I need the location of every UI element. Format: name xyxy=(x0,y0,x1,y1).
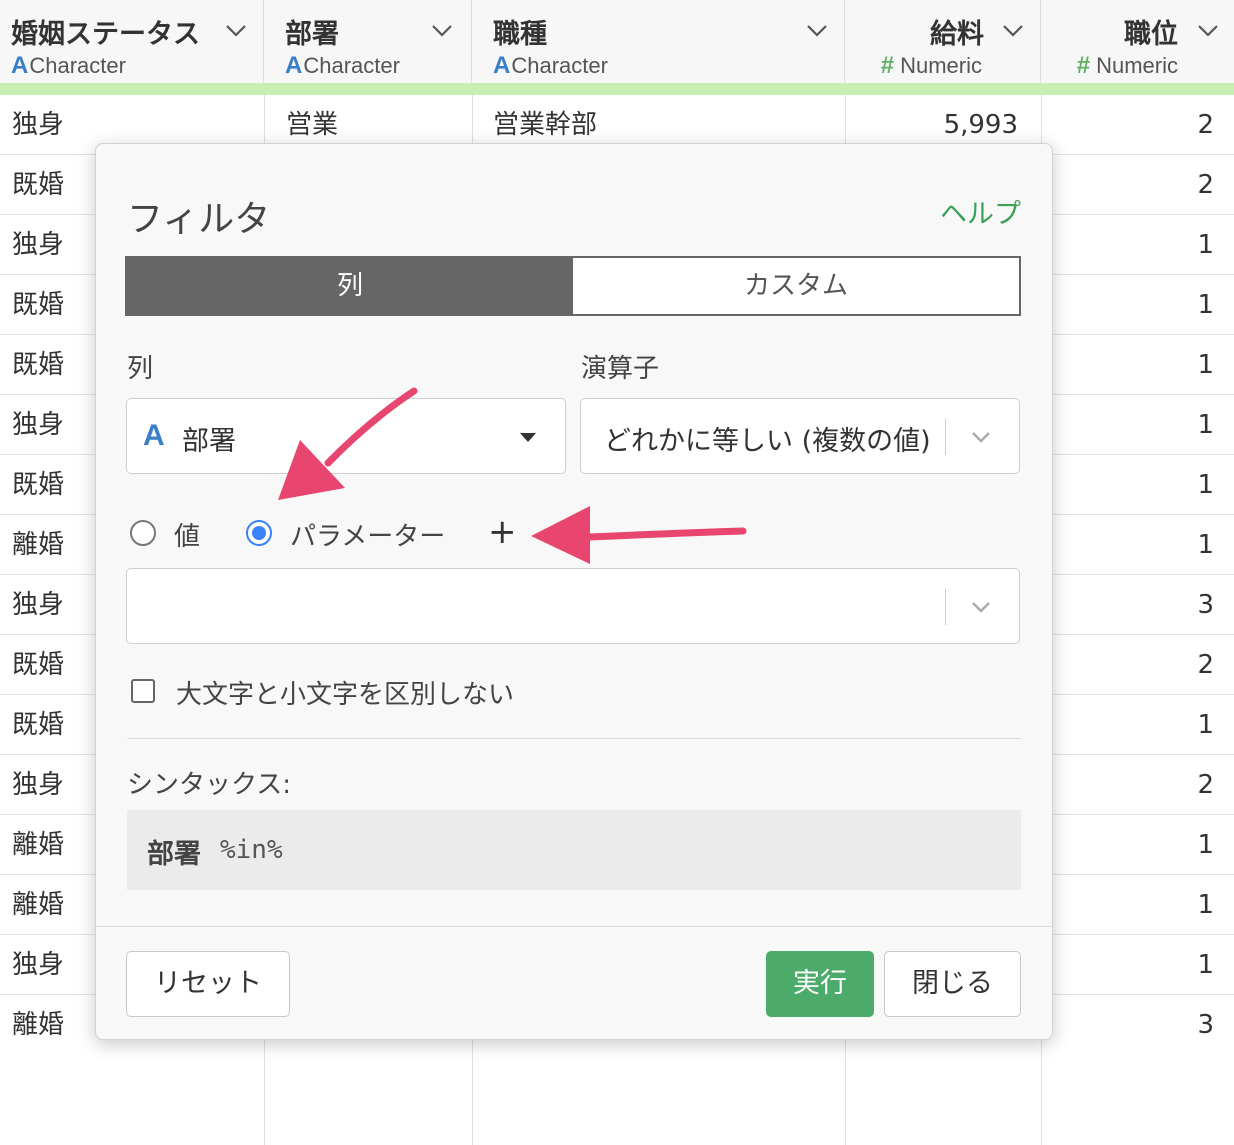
cell-marital: 既婚 xyxy=(12,710,65,740)
tab-custom[interactable]: カスタム xyxy=(573,258,1019,314)
column-name: 職種 xyxy=(493,19,547,50)
caret-down-icon xyxy=(520,433,536,442)
select-divider xyxy=(945,589,946,625)
cell-level: 1 xyxy=(1197,830,1214,860)
cell-marital: 既婚 xyxy=(12,290,65,320)
cell-level: 1 xyxy=(1197,470,1214,500)
divider xyxy=(127,738,1021,739)
cell-marital: 既婚 xyxy=(12,170,65,200)
parameter-radio[interactable] xyxy=(246,520,272,546)
column-name: 給料 xyxy=(930,19,984,50)
cell-level: 2 xyxy=(1197,110,1214,140)
cell-level: 1 xyxy=(1197,710,1214,740)
cell-level: 3 xyxy=(1197,590,1214,620)
numeric-type-icon: # xyxy=(1076,52,1091,79)
chevron-down-icon[interactable] xyxy=(805,20,829,40)
select-divider xyxy=(945,419,946,455)
footer-divider xyxy=(96,926,1052,927)
add-parameter-icon[interactable]: + xyxy=(488,512,517,552)
cell-marital: 独身 xyxy=(12,410,65,440)
tab-column[interactable]: 列 xyxy=(127,258,573,314)
character-type-icon: A xyxy=(285,52,303,79)
chevron-down-icon[interactable] xyxy=(1196,20,1220,40)
column-select-value: 部署 xyxy=(182,426,236,457)
parameter-select[interactable] xyxy=(126,568,1020,644)
cell-level: 1 xyxy=(1197,890,1214,920)
syntax-column: 部署 xyxy=(147,839,201,870)
cell-level: 1 xyxy=(1197,290,1214,320)
close-button[interactable]: 閉じる xyxy=(884,951,1021,1017)
cell-marital: 離婚 xyxy=(12,1010,65,1040)
operator-select-value: どれかに等しい (複数の値) xyxy=(604,426,931,457)
help-link[interactable]: ヘルプ xyxy=(940,192,1021,231)
cell-marital: 既婚 xyxy=(12,350,65,380)
column-header-job[interactable]: 職種 ACharacter xyxy=(472,0,845,83)
column-header-marital[interactable]: 婚姻ステータス ACharacter xyxy=(0,0,264,83)
numeric-type-icon: # xyxy=(880,52,895,79)
case-insensitive-label: 大文字と小文字を区別しない xyxy=(176,680,515,710)
reset-button[interactable]: リセット xyxy=(126,951,290,1017)
operator-label: 演算子 xyxy=(581,354,660,384)
column-type: ACharacter xyxy=(493,52,608,79)
chevron-down-icon[interactable] xyxy=(224,20,248,40)
syntax-label: シンタックス: xyxy=(127,770,291,800)
column-type: ACharacter xyxy=(11,52,126,79)
chevron-down-icon[interactable] xyxy=(1001,20,1025,40)
cell-marital: 独身 xyxy=(12,590,65,620)
column-type: # Numeric xyxy=(880,52,982,79)
cell-marital: 離婚 xyxy=(12,890,65,920)
chevron-down-icon[interactable] xyxy=(969,428,993,446)
cell-marital: 離婚 xyxy=(12,530,65,560)
run-button[interactable]: 実行 xyxy=(766,951,874,1017)
filter-dialog: フィルタ ヘルプ 列 カスタム 列 演算子 A 部署 どれかに等しい (複数の値… xyxy=(95,143,1053,1040)
character-type-icon: A xyxy=(11,52,29,79)
cell-level: 1 xyxy=(1197,350,1214,380)
character-type-icon: A xyxy=(143,419,165,452)
chevron-down-icon[interactable] xyxy=(969,598,993,616)
column-type: ACharacter xyxy=(285,52,400,79)
value-radio-label: 値 xyxy=(174,522,201,552)
column-header-salary[interactable]: 給料 # Numeric xyxy=(845,0,1041,83)
cell-level: 2 xyxy=(1197,770,1214,800)
cell-marital: 既婚 xyxy=(12,650,65,680)
syntax-operator: %in% xyxy=(220,835,283,865)
data-quality-bar xyxy=(0,83,1234,95)
character-type-icon: A xyxy=(493,52,511,79)
cell-level: 3 xyxy=(1197,1010,1214,1040)
column-select[interactable]: A 部署 xyxy=(126,398,566,474)
cell-marital: 離婚 xyxy=(12,830,65,860)
table-header: 婚姻ステータス ACharacter 部署 ACharacter 職種 ACha… xyxy=(0,0,1234,84)
case-insensitive-checkbox[interactable] xyxy=(131,679,155,703)
filter-mode-tabs: 列 カスタム xyxy=(125,256,1021,316)
column-header-level[interactable]: 職位 # Numeric xyxy=(1041,0,1234,83)
cell-level: 1 xyxy=(1197,230,1214,260)
cell-level: 1 xyxy=(1197,530,1214,560)
cell-level: 1 xyxy=(1197,950,1214,980)
cell-marital: 独身 xyxy=(12,950,65,980)
column-name: 婚姻ステータス xyxy=(11,19,200,50)
cell-level: 2 xyxy=(1197,650,1214,680)
operator-select[interactable]: どれかに等しい (複数の値) xyxy=(580,398,1020,474)
column-label: 列 xyxy=(127,354,154,384)
cell-marital: 独身 xyxy=(12,110,65,140)
column-type: # Numeric xyxy=(1076,52,1178,79)
cell-marital: 独身 xyxy=(12,770,65,800)
cell-marital: 独身 xyxy=(12,230,65,260)
cell-level: 1 xyxy=(1197,410,1214,440)
value-radio[interactable] xyxy=(130,520,156,546)
cell-marital: 既婚 xyxy=(12,470,65,500)
column-header-dept[interactable]: 部署 ACharacter xyxy=(264,0,472,83)
cell-level: 2 xyxy=(1197,170,1214,200)
column-name: 職位 xyxy=(1124,19,1178,50)
syntax-preview: 部署 %in% xyxy=(127,810,1021,890)
parameter-radio-label: パラメーター xyxy=(290,522,446,552)
column-name: 部署 xyxy=(285,19,339,50)
chevron-down-icon[interactable] xyxy=(430,20,454,40)
dialog-title: フィルタ xyxy=(127,199,271,240)
